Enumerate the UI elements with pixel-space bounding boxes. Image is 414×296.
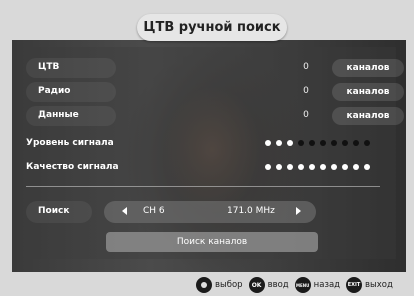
row-unit: каналов [332, 59, 404, 77]
row-label: Данные [38, 110, 79, 120]
meter-dot [342, 140, 348, 146]
row-value: 0 [303, 110, 309, 120]
meter-dot [364, 164, 370, 170]
meter-dot [287, 140, 293, 146]
arrow-right-icon[interactable] [296, 207, 301, 215]
ok-icon: OK [248, 277, 265, 293]
meter-dot [353, 164, 359, 170]
meter-dot [320, 164, 326, 170]
search-label: Поиск [38, 206, 70, 216]
channel-frequency: 171.0 MHz [227, 206, 275, 216]
signal-quality-meter [265, 164, 370, 170]
hint-label: ввод [267, 280, 289, 290]
row-value: 0 [303, 86, 309, 96]
row-dtv: ЦТВ 0 каналов [26, 58, 404, 78]
meter-dot [265, 140, 271, 146]
signal-level-meter [265, 140, 370, 146]
meter-dot [309, 164, 315, 170]
hint-label: выбор [215, 280, 243, 290]
hint-select: выбор [196, 277, 243, 293]
hint-back: MENU назад [294, 277, 341, 293]
arrow-left-icon[interactable] [122, 207, 127, 215]
meter-dot [320, 140, 326, 146]
row-label: Радио [38, 86, 71, 96]
meter-dot [298, 140, 304, 146]
hint-enter: OK ввод [248, 277, 289, 293]
dpad-icon [196, 277, 212, 293]
meter-dot [331, 164, 337, 170]
search-channels-button[interactable]: Поиск каналов [106, 232, 318, 252]
row-unit: каналов [332, 107, 404, 125]
page-title: ЦТВ ручной поиск [137, 14, 287, 41]
row-signal-quality: Качество сигнала [26, 158, 386, 178]
meter-dot [331, 140, 337, 146]
meter-dot [309, 140, 315, 146]
row-data: Данные 0 каналов [26, 106, 404, 126]
row-label: ЦТВ [38, 62, 60, 72]
meter-dot [276, 164, 282, 170]
row-value: 0 [303, 62, 309, 72]
hint-label: выход [365, 280, 393, 290]
meter-dot [342, 164, 348, 170]
divider [26, 186, 380, 187]
channel-name: CH 6 [143, 206, 165, 216]
meter-dot [353, 140, 359, 146]
channel-selector[interactable] [104, 201, 316, 223]
hint-label: назад [313, 280, 341, 290]
meter-dot [364, 140, 370, 146]
row-signal-level: Уровень сигнала [26, 134, 386, 154]
meter-dot [287, 164, 293, 170]
menu-icon: MENU [294, 277, 311, 293]
exit-icon: EXIT [346, 277, 363, 293]
footer-hints: выбор OK ввод MENU назад EXIT выход [196, 276, 399, 294]
row-unit: каналов [332, 83, 404, 101]
row-radio: Радио 0 каналов [26, 82, 404, 102]
signal-level-label: Уровень сигнала [26, 138, 114, 148]
signal-quality-label: Качество сигнала [26, 162, 119, 172]
meter-dot [276, 140, 282, 146]
meter-dot [298, 164, 304, 170]
hint-exit: EXIT выход [346, 277, 393, 293]
meter-dot [265, 164, 271, 170]
